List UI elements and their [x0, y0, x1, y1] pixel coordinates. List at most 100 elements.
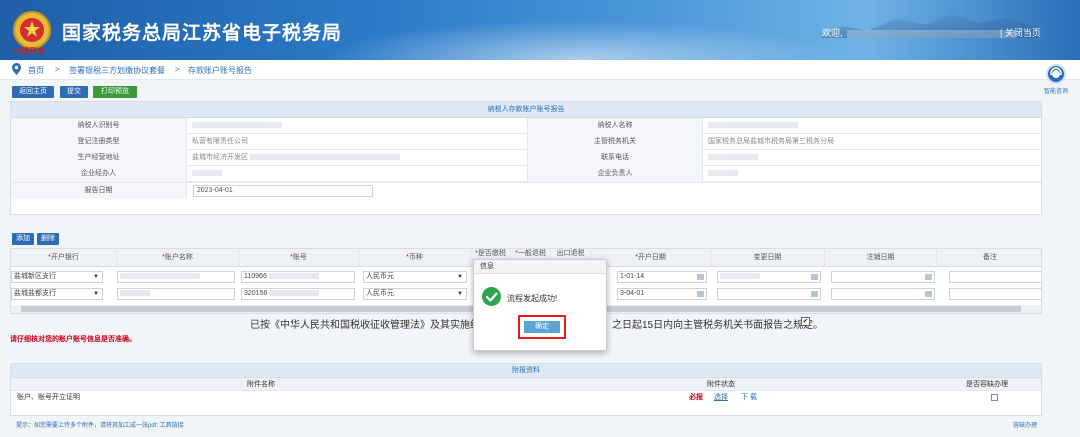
business-address-value: 盐城市经济开发区: [187, 150, 527, 166]
user-name-redacted: [846, 29, 1017, 38]
info-row: 登记注册类型 私营有限责任公司 主管税务机关 国家税务总局盐城市税务局第三税务分…: [11, 134, 1041, 150]
col-account-no: *账号: [239, 249, 359, 267]
remark-input[interactable]: [949, 288, 1041, 300]
calendar-icon[interactable]: [697, 274, 704, 280]
remark-input[interactable]: [949, 271, 1041, 283]
tax-emblem-icon: [13, 11, 51, 49]
redacted-value: [708, 122, 798, 129]
legal-rep-label: 企业负责人: [527, 166, 703, 182]
col-tolerate: 是否容缺办理: [966, 381, 1008, 388]
open-date-input[interactable]: 1-01-14: [617, 271, 707, 283]
calendar-icon[interactable]: [811, 274, 818, 280]
attachments-heading: 附报资料: [11, 364, 1041, 378]
chevron-down-icon: ▼: [93, 274, 99, 280]
taxpayer-id-label: 纳税人识别号: [11, 118, 187, 134]
info-row: 纳税人识别号 纳税人名称: [11, 118, 1041, 134]
legal-notice-left: 已按《中华人民共和国税收征收管理法》及其实施细则规: [250, 320, 500, 331]
tolerate-checkbox[interactable]: [991, 394, 998, 401]
required-badge: 必报: [689, 394, 703, 401]
attachments-panel: 附报资料 附件名称 附件状态 是否容缺办理 账户、账号开立证明 必报 选择 下 …: [10, 363, 1042, 416]
redacted-value: [250, 154, 400, 161]
agent-label: 企业经办人: [11, 166, 187, 182]
tax-authority-label: 主管税务机关: [527, 134, 703, 150]
report-date-label: 报告日期: [11, 183, 187, 199]
chevron-down-icon: ▼: [457, 274, 463, 280]
taxpayer-name-label: 纳税人名称: [527, 118, 703, 134]
calendar-icon[interactable]: [811, 291, 818, 297]
headset-icon: [1046, 64, 1066, 84]
report-panel: 纳税人存款账户账号报告 纳税人识别号 纳税人名称 登记注册类型 私营有限责任公司…: [10, 101, 1042, 215]
close-date-input[interactable]: [831, 288, 935, 300]
calendar-icon[interactable]: [697, 291, 704, 297]
redacted-value: [269, 290, 320, 297]
emblem-caption: 中国税务: [14, 48, 46, 55]
change-date-input[interactable]: [717, 271, 821, 283]
legal-notice-right: 之日起15日内向主管税务机关书面报告之规定。: [612, 320, 824, 331]
redacted-value: [120, 290, 150, 297]
phone-value: [703, 150, 1043, 166]
tax-authority-value: 国家税务总局盐城市税务局第三税务分局: [708, 138, 834, 145]
submit-button[interactable]: 提交: [60, 86, 88, 98]
breadcrumb-home[interactable]: 首页: [28, 65, 44, 76]
redacted-value: [192, 170, 222, 177]
col-currency: *币种: [359, 249, 471, 267]
attachment-name: 账户、账号开立证明: [17, 394, 80, 401]
choose-file-link[interactable]: 选择: [714, 391, 728, 405]
attachments-columns: 附件名称 附件状态 是否容缺办理: [11, 378, 1041, 391]
col-change-date: 变更日期: [711, 249, 825, 267]
site-title: 国家税务总局江苏省电子税务局: [62, 23, 343, 44]
taxpayer-name-value: [703, 118, 1043, 134]
calendar-icon[interactable]: [925, 291, 932, 297]
calendar-icon[interactable]: [925, 274, 932, 280]
close-date-input[interactable]: [831, 271, 935, 283]
col-close-date: 注销日期: [825, 249, 937, 267]
breadcrumb-current: 存款账户账号报告: [188, 66, 252, 75]
account-name-input[interactable]: [117, 288, 235, 300]
verify-warning: 请仔细核对您的账户账号信息是否准确。: [10, 336, 136, 343]
breadcrumb-package[interactable]: 签署银税三方划缴协议套餐: [69, 65, 165, 76]
col-account-name: *账户名称: [117, 249, 239, 267]
dialog-message: 流程发起成功!: [507, 294, 558, 303]
currency-select[interactable]: 人民币元 ▼: [363, 271, 467, 283]
welcome-text: 欢迎,: [822, 26, 1017, 39]
print-preview-button[interactable]: 打印预览: [93, 86, 137, 98]
bank-select[interactable]: 盐城盐都支行 ▼: [11, 288, 103, 300]
back-home-button[interactable]: 返回主页: [12, 86, 54, 98]
smart-consult[interactable]: 智能咨询: [1036, 64, 1076, 95]
info-dialog: 信息 流程发起成功! 确定: [473, 259, 607, 351]
currency-select[interactable]: 人民币元 ▼: [363, 288, 467, 300]
open-date-input[interactable]: 3-04-01: [617, 288, 707, 300]
account-name-input[interactable]: [117, 271, 235, 283]
breadcrumb-separator: >: [55, 65, 60, 74]
smart-consult-label: 智能咨询: [1043, 89, 1068, 95]
download-link[interactable]: 下 载: [741, 391, 757, 405]
bank-select[interactable]: 盐城新区支行 ▼: [11, 271, 103, 283]
table-row: 账户、账号开立证明 必报 选择 下 载: [11, 391, 1041, 405]
delete-account-button[interactable]: 删除: [37, 233, 59, 245]
ok-button[interactable]: 确定: [524, 321, 560, 333]
phone-label: 联系电话: [527, 150, 703, 166]
agree-checkbox[interactable]: ✔: [801, 317, 810, 326]
report-heading: 纳税人存款账户账号报告: [11, 102, 1041, 118]
info-row: 生产经营地址 盐城市经济开发区 联系电话: [11, 150, 1041, 166]
chevron-down-icon: ▼: [93, 291, 99, 297]
redacted-value: [708, 154, 758, 161]
account-no-input[interactable]: 320156: [241, 288, 355, 300]
col-open-date: *开户日期: [591, 249, 711, 267]
redacted-value: [120, 273, 200, 280]
redacted-value: [268, 273, 319, 280]
breadcrumb-separator: >: [175, 65, 180, 74]
col-bank: *开户银行: [11, 249, 117, 267]
breadcrumb: 首页 > 签署银税三方划缴协议套餐 > 存款账户账号报告: [0, 60, 1080, 80]
change-date-input[interactable]: [717, 288, 821, 300]
registration-type-label: 登记注册类型: [11, 134, 187, 150]
col-attachment-status: 附件状态: [707, 381, 735, 388]
info-row: 企业经办人 企业负责人: [11, 166, 1041, 182]
welcome-label: 欢迎,: [822, 28, 843, 38]
add-account-button[interactable]: 添加: [12, 233, 34, 245]
dialog-title: 信息: [474, 260, 606, 274]
close-page-link[interactable]: | 关闭当页: [1000, 26, 1041, 39]
account-no-input[interactable]: 110966: [241, 271, 355, 283]
report-date-input[interactable]: 2023-04-01: [193, 185, 373, 197]
tolerate-link[interactable]: 容缺办理: [1013, 420, 1037, 429]
